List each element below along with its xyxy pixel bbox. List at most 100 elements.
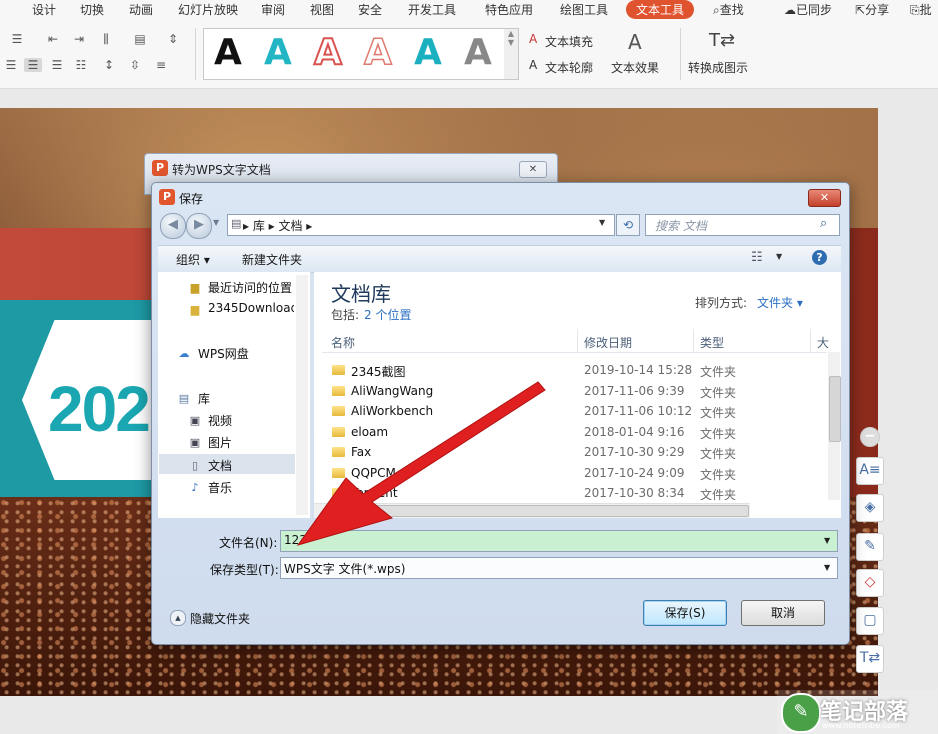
- nav-item-documents[interactable]: 文档: [208, 457, 232, 474]
- column-divider[interactable]: [810, 329, 811, 352]
- filetype-dropdown-icon[interactable]: ▼: [824, 563, 830, 572]
- back-arrow-icon[interactable]: ◀: [160, 213, 186, 239]
- new-folder-button[interactable]: 新建文件夹: [242, 251, 302, 268]
- menu-transition[interactable]: 切换: [80, 1, 104, 18]
- navigation-scrollbar[interactable]: [296, 275, 308, 515]
- distribute-icon[interactable]: ☷: [72, 58, 90, 72]
- column-size[interactable]: 大: [817, 334, 829, 351]
- file-name[interactable]: Fax: [351, 445, 371, 459]
- filename-value[interactable]: 123: [284, 533, 307, 547]
- address-breadcrumb[interactable]: ▸ 库 ▸ 文档 ▸: [243, 217, 312, 234]
- menu-find[interactable]: ⌕查找: [713, 1, 744, 18]
- align-right-icon[interactable]: ☰: [48, 58, 66, 72]
- history-dropdown-icon[interactable]: ▼: [213, 218, 219, 227]
- file-type: 文件夹: [700, 406, 737, 420]
- gallery-scroll-button[interactable]: ▲ ▼: [504, 28, 519, 80]
- cancel-button[interactable]: 取消: [741, 600, 825, 626]
- menu-design[interactable]: 设计: [32, 1, 56, 18]
- menu-text-tools[interactable]: 文本工具: [626, 0, 695, 19]
- style-sample-cyan[interactable]: A: [414, 31, 442, 75]
- bullet-list-icon[interactable]: ☰: [8, 32, 26, 46]
- menu-features[interactable]: 特色应用: [485, 1, 533, 18]
- menu-view[interactable]: 视图: [310, 1, 334, 18]
- style-sample-gray[interactable]: A: [464, 31, 492, 75]
- filename-dropdown-icon[interactable]: ▼: [824, 536, 830, 545]
- file-name[interactable]: QQPCM: [351, 466, 396, 480]
- nav-item-pictures[interactable]: 图片: [208, 434, 232, 451]
- nav-item-music[interactable]: 音乐: [208, 479, 232, 496]
- help-icon[interactable]: ?: [812, 250, 827, 265]
- text-outline-button[interactable]: 文本轮廓: [545, 59, 593, 76]
- style-sample-red-outline[interactable]: A: [313, 31, 343, 75]
- address-dropdown-icon[interactable]: ▼: [599, 218, 605, 227]
- column-divider[interactable]: [693, 329, 694, 352]
- hide-folders-button[interactable]: 隐藏文件夹: [190, 610, 250, 627]
- column-divider[interactable]: [577, 329, 578, 352]
- folder-icon: [332, 447, 345, 457]
- menu-comment[interactable]: ⎘批: [910, 1, 932, 18]
- menu-slideshow[interactable]: 幻灯片放映: [178, 1, 238, 18]
- file-date: 2017-11-06 9:39: [584, 384, 685, 398]
- columns-icon[interactable]: ⫼: [97, 32, 115, 46]
- paragraph-spacing-icon[interactable]: ⇳: [126, 58, 144, 72]
- convert-dialog-close-button[interactable]: ✕: [519, 161, 547, 178]
- nav-item-wps-cloud[interactable]: WPS网盘: [198, 345, 249, 362]
- align-center-icon[interactable]: ☰: [24, 58, 42, 72]
- save-dialog-close-button[interactable]: ✕: [808, 189, 841, 207]
- file-name[interactable]: Tencent: [351, 486, 398, 500]
- frame-icon[interactable]: ▢: [856, 607, 884, 635]
- file-name[interactable]: AliWangWang: [351, 384, 433, 398]
- text-direction-icon[interactable]: ▤: [131, 32, 149, 46]
- layers-icon[interactable]: ◈: [856, 494, 884, 522]
- style-sample-black[interactable]: A: [214, 31, 242, 75]
- view-options-icon[interactable]: ☷: [751, 250, 763, 265]
- menu-sync[interactable]: ☁已同步: [784, 1, 832, 18]
- pen-icon[interactable]: ✎: [856, 533, 884, 561]
- save-button[interactable]: 保存(S): [643, 600, 727, 626]
- library-locations-link[interactable]: 2 个位置: [364, 306, 411, 323]
- decrease-indent-icon[interactable]: ⇤: [44, 32, 62, 46]
- spacing-menu-icon[interactable]: ≡: [152, 58, 170, 72]
- menu-developer[interactable]: 开发工具: [408, 1, 456, 18]
- filename-input[interactable]: [280, 530, 838, 552]
- file-date: 2017-10-30 9:29: [584, 445, 685, 459]
- search-icon[interactable]: ⌕: [820, 216, 827, 231]
- vertical-scroll-thumb[interactable]: [829, 376, 841, 442]
- refresh-icon[interactable]: ⟲: [616, 214, 640, 236]
- column-type[interactable]: 类型: [700, 334, 724, 351]
- menu-review[interactable]: 审阅: [261, 1, 285, 18]
- forward-arrow-icon[interactable]: ▶: [186, 213, 212, 239]
- nav-item-videos[interactable]: 视频: [208, 412, 232, 429]
- nav-item-recent[interactable]: 最近访问的位置: [208, 279, 292, 296]
- align-text-icon[interactable]: ⇕: [164, 32, 182, 46]
- style-sample-light-red-outline[interactable]: A: [363, 31, 392, 75]
- menu-security[interactable]: 安全: [358, 1, 382, 18]
- menu-animation[interactable]: 动画: [129, 1, 153, 18]
- collapse-icon[interactable]: −: [860, 427, 880, 447]
- menu-share[interactable]: ⇱分享: [855, 1, 889, 18]
- nav-item-downloads[interactable]: 2345Downloads: [208, 301, 294, 315]
- sort-dropdown[interactable]: 文件夹 ▾: [757, 294, 803, 311]
- file-name[interactable]: AliWorkbench: [351, 404, 433, 418]
- file-name[interactable]: 2345截图: [351, 363, 406, 380]
- text-format-icon[interactable]: A≡: [856, 457, 884, 485]
- horizontal-scroll-thumb[interactable]: [329, 505, 749, 517]
- menu-drawing-tools[interactable]: 绘图工具: [560, 1, 608, 18]
- line-spacing-icon[interactable]: ↕: [100, 58, 118, 72]
- file-name[interactable]: eloam: [351, 425, 388, 439]
- increase-indent-icon[interactable]: ⇥: [70, 32, 88, 46]
- view-dropdown-icon[interactable]: ▼: [776, 252, 782, 261]
- fill-bucket-icon[interactable]: ◇: [856, 569, 884, 597]
- column-name[interactable]: 名称: [331, 334, 355, 351]
- convert-text-icon[interactable]: T⇄: [856, 645, 884, 673]
- column-date[interactable]: 修改日期: [584, 334, 632, 351]
- chevron-up-icon[interactable]: ▲: [170, 610, 186, 626]
- align-left-icon[interactable]: ☰: [2, 58, 20, 72]
- organize-button[interactable]: 组织 ▾: [176, 251, 210, 268]
- nav-item-libraries[interactable]: 库: [198, 390, 210, 407]
- filetype-value[interactable]: WPS文字 文件(*.wps): [284, 560, 405, 577]
- text-effect-button[interactable]: 文本效果: [611, 59, 659, 76]
- style-sample-teal[interactable]: A: [264, 31, 292, 75]
- convert-smartart-button[interactable]: 转换成图示: [688, 59, 748, 76]
- text-fill-button[interactable]: 文本填充: [545, 33, 593, 50]
